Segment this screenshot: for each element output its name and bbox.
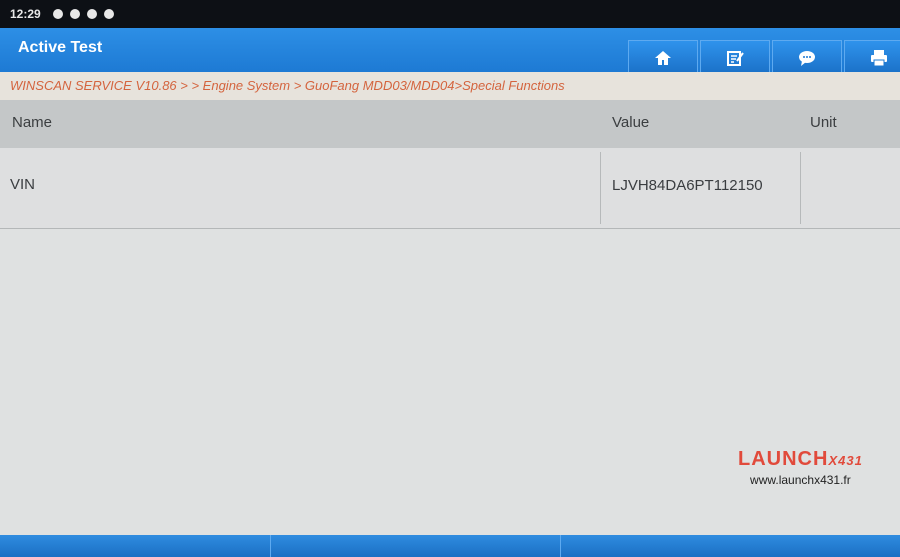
table-header: Name Value Unit — [0, 100, 900, 148]
settings-icon — [103, 9, 114, 19]
bottom-divider — [270, 535, 271, 557]
page-title: Active Test — [18, 39, 103, 56]
bottom-divider — [560, 535, 561, 557]
print-icon — [871, 50, 887, 67]
row-value: LJVH84DA6PT112150 — [612, 177, 763, 194]
notification-icon — [52, 9, 63, 19]
watermark-url: www.launchx431.fr — [750, 473, 851, 487]
column-header-value: Value — [612, 114, 650, 131]
status-time: 12:29 — [10, 7, 41, 21]
row-name: VIN — [10, 176, 36, 193]
watermark-model: X431 — [828, 453, 863, 468]
status-bar: 12:29 — [0, 0, 900, 28]
report-icon — [727, 51, 744, 66]
table-row[interactable]: VIN LJVH84DA6PT112150 — [0, 148, 900, 229]
launch-watermark: LAUNCHX431 www.launchx431.fr — [738, 448, 863, 487]
video-icon — [86, 9, 97, 19]
breadcrumb: WINSCAN SERVICE V10.86 > > Engine System… — [0, 72, 900, 100]
column-header-name: Name — [12, 114, 53, 131]
column-header-unit: Unit — [810, 114, 837, 131]
cell-divider — [800, 152, 801, 224]
home-button[interactable] — [628, 40, 698, 76]
home-icon — [655, 51, 671, 65]
bottom-bar — [0, 535, 900, 557]
title-bar: Active Test — [0, 28, 900, 76]
sync-icon — [69, 9, 80, 19]
message-button[interactable] — [772, 40, 842, 76]
watermark-logo: LAUNCHX431 — [738, 448, 863, 471]
content-area — [0, 229, 900, 535]
report-button[interactable] — [700, 40, 770, 76]
message-icon — [799, 51, 815, 66]
watermark-brand: LAUNCH — [738, 448, 829, 470]
cell-divider — [600, 152, 601, 224]
print-button[interactable] — [844, 40, 900, 76]
